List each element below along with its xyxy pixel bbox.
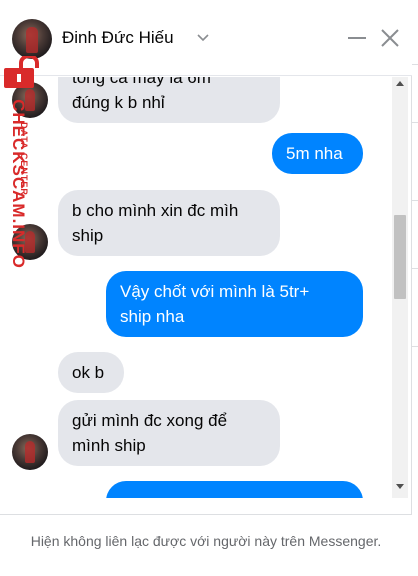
divider (412, 122, 418, 123)
minimize-icon[interactable] (346, 26, 368, 50)
chevron-down-icon[interactable] (196, 30, 210, 44)
avatar (12, 224, 48, 260)
message-bubble (106, 481, 363, 498)
message-bubble: gửi mình đc xong để mình ship (58, 400, 280, 466)
message-bubble: b cho mình xin đc mìh ship (58, 190, 280, 256)
background-page-edge (412, 0, 418, 576)
message-bubble: tống cả máy là 6m đúng k b nhỉ (58, 77, 280, 123)
message-bubble: ok b (58, 352, 124, 393)
scroll-down-arrow-icon[interactable] (396, 484, 404, 490)
contact-name[interactable]: Đinh Đức Hiếu (62, 28, 174, 48)
divider (412, 64, 418, 65)
message-bubble: Vậy chốt với mình là 5tr+ ship nha (106, 271, 363, 337)
scrollbar-thumb[interactable] (394, 215, 406, 299)
message-list[interactable]: tống cả máy là 6m đúng k b nhỉ 5m nha b … (0, 77, 412, 498)
avatar[interactable] (12, 19, 52, 59)
chat-header: Đinh Đức Hiếu (0, 0, 412, 76)
unavailable-notice: Hiện không liên lạc được với người này t… (30, 533, 382, 549)
avatar (12, 434, 48, 470)
divider (412, 346, 418, 347)
scroll-up-arrow-icon[interactable] (396, 80, 404, 86)
avatar (12, 82, 48, 118)
divider (412, 268, 418, 269)
message-bubble: 5m nha (272, 133, 363, 174)
chat-footer: Hiện không liên lạc được với người này t… (0, 514, 412, 576)
chat-window: Đinh Đức Hiếu tống cả máy là 6m đúng k b… (0, 0, 412, 576)
divider (412, 200, 418, 201)
close-icon[interactable] (378, 26, 402, 50)
